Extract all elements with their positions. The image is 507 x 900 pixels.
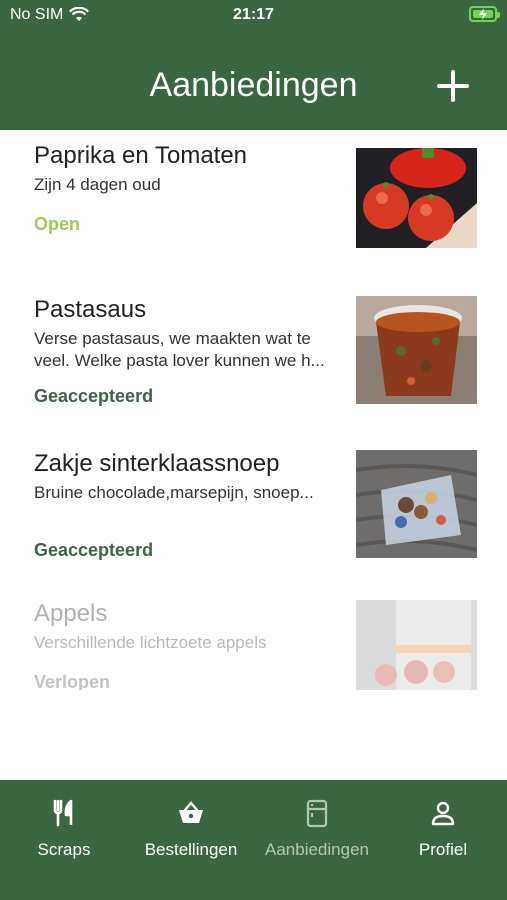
tab-label: Scraps: [37, 840, 91, 859]
offer-description: Zijn 4 dagen oud: [34, 175, 161, 194]
offer-description: Verse pastasaus, we maakten wat te veel.…: [34, 329, 325, 370]
offer-status: Geaccepteerd: [34, 386, 154, 406]
offer-description: Verschillende lichtzoete appels: [34, 633, 267, 652]
offer-description: Bruine chocolade,marsepijn, snoep...: [34, 483, 314, 502]
tab-label: Bestellingen: [144, 840, 238, 859]
offer-item[interactable]: Paprika en Tomaten Zijn 4 dagen oud Open: [0, 142, 507, 282]
fridge-icon: [306, 799, 328, 828]
tab-scraps[interactable]: Scraps: [1, 798, 127, 860]
offers-list: Paprika en Tomaten Zijn 4 dagen oud Open…: [0, 130, 507, 780]
offer-name: Appels: [34, 600, 108, 627]
offer-thumbnail: [356, 600, 477, 690]
offer-item[interactable]: Zakje sinterklaassnoep Bruine chocolade,…: [0, 450, 507, 590]
person-icon: [431, 801, 455, 826]
offer-name: Paprika en Tomaten: [34, 142, 248, 169]
offer-thumbnail: [356, 450, 477, 558]
basket-icon: [179, 801, 203, 823]
offer-status: Open: [34, 214, 81, 234]
offer-thumbnail: [356, 148, 477, 248]
tab-label: Profiel: [418, 840, 468, 859]
fork-knife-icon: [53, 799, 73, 827]
tab-label: Aanbiedingen: [265, 840, 369, 859]
offer-status: Geaccepteerd: [34, 540, 154, 560]
tab-profiel[interactable]: Profiel: [380, 798, 506, 860]
offer-item[interactable]: Pastasaus Verse pastasaus, we maakten wa…: [0, 296, 507, 436]
add-offer-button[interactable]: [437, 70, 469, 102]
page-title: Aanbiedingen: [149, 66, 358, 104]
offer-thumbnail: [356, 296, 477, 404]
status-bar: No SIM 21:17: [0, 0, 507, 32]
tab-aanbiedingen[interactable]: Aanbiedingen: [254, 798, 380, 860]
app-header: No SIM 21:17 Aanbiedingen: [0, 0, 507, 130]
tab-bestellingen[interactable]: Bestellingen: [128, 798, 254, 860]
clock: 21:17: [233, 6, 274, 23]
offer-name: Zakje sinterklaassnoep: [34, 450, 280, 477]
battery-icon: [469, 6, 500, 22]
tab-bar: Scraps Bestellingen Aanbiedingen Profiel: [0, 780, 507, 900]
offer-name: Pastasaus: [34, 296, 147, 323]
offer-status: Verlopen: [34, 672, 111, 690]
offer-item[interactable]: Appels Verschillende lichtzoete appels V…: [0, 600, 507, 690]
